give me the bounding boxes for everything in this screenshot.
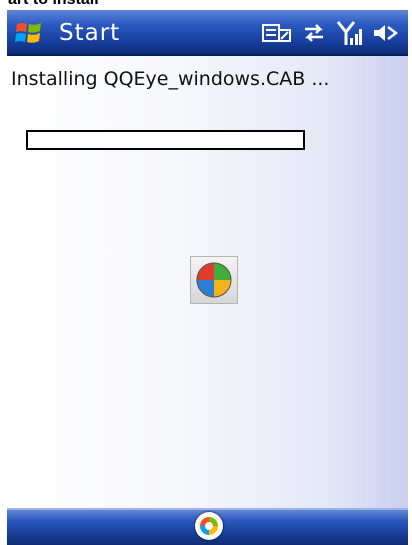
install-message: Installing QQEye_windows.CAB ... (11, 68, 330, 90)
install-progress-bar (26, 130, 305, 150)
top-caption: art to install (0, 0, 412, 10)
data-connection-icon[interactable] (262, 22, 292, 44)
sync-arrows-icon[interactable] (302, 22, 326, 44)
device-screen: Start Installing QQEye_windows.CAB ... (7, 10, 408, 545)
windows-logo-glyph (199, 516, 219, 536)
title-bar: Start (7, 10, 408, 56)
speaker-icon[interactable] (372, 22, 398, 44)
pie-glyph (196, 262, 232, 298)
windows-flag-icon (15, 23, 41, 43)
installer-pie-icon (190, 256, 238, 304)
start-label: Start (59, 20, 121, 46)
status-icons (262, 19, 398, 47)
bottom-bar (7, 508, 408, 545)
top-caption-text: art to install (8, 0, 99, 9)
start-button[interactable]: Start (11, 16, 131, 50)
signal-strength-icon[interactable] (336, 20, 362, 46)
windows-logo-icon[interactable] (195, 512, 223, 540)
